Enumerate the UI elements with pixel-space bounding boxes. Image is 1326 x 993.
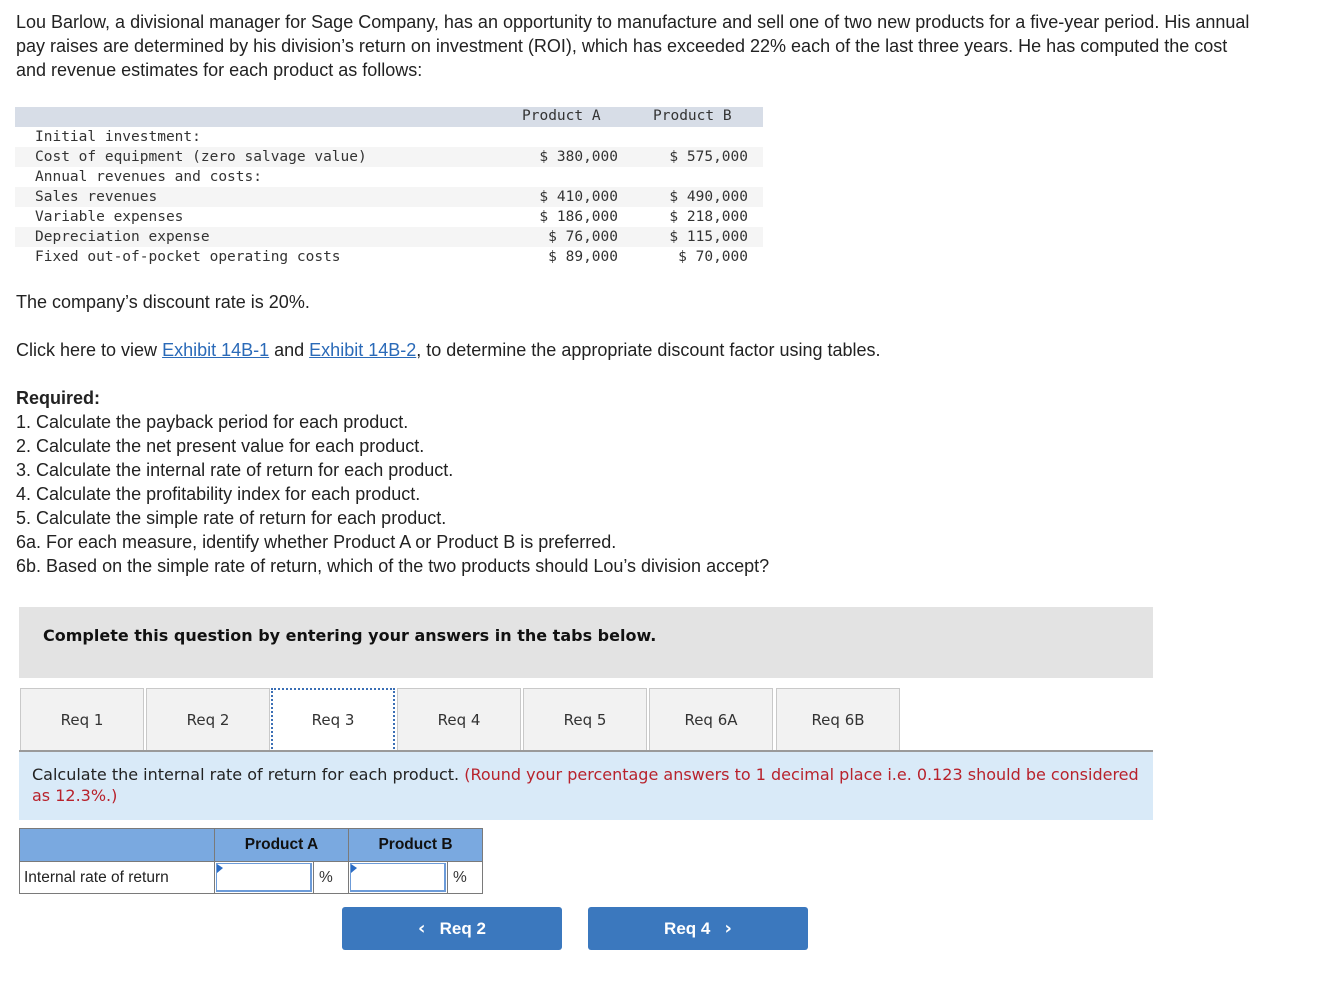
table-row: Cost of equipment (zero salvage value) $… [15,147,763,167]
chevron-left-icon: ‹ [418,918,426,939]
table-row: Sales revenues $ 410,000 $ 490,000 [15,187,763,207]
tab-req-3[interactable]: Req 3 [271,688,395,752]
required-item: 6a. For each measure, identify whether P… [16,532,617,552]
row-label: Fixed out-of-pocket operating costs [35,249,341,265]
column-header-product-b: Product B [348,828,483,862]
row-label-irr: Internal rate of return [19,861,215,894]
column-header-product-a: Product A [214,828,349,862]
input-cell-product-b [348,861,448,894]
next-req-4-button[interactable]: Req 4 › [588,907,808,950]
blank-header [19,828,215,862]
required-item: 3. Calculate the internal rate of return… [16,460,454,480]
prev-req-2-button[interactable]: ‹ Req 2 [342,907,562,950]
value-product-b: $ 70,000 [678,249,748,265]
exhibit-prefix: Click here to view [16,340,163,360]
instructions-banner: Complete this question by entering your … [19,607,1153,678]
problem-intro: Lou Barlow, a divisional manager for Sag… [16,12,1250,80]
tab-req-2[interactable]: Req 2 [146,688,270,750]
cost-revenue-table: Product A Product B Initial investment: … [15,107,763,267]
row-label: Sales revenues [35,189,158,205]
banner-text: Complete this question by entering your … [43,626,657,645]
value-product-b: $ 490,000 [669,189,748,205]
value-product-b: $ 115,000 [669,229,748,245]
next-button-label: Req 4 [664,919,711,938]
required-section: Required: 1. Calculate the payback perio… [16,386,769,578]
input-flag-icon [351,864,357,873]
irr-answer-table: Product A Product B Internal rate of ret… [19,828,483,894]
irr-product-b-input[interactable] [350,863,446,892]
table-row: Depreciation expense $ 76,000 $ 115,000 [15,227,763,247]
tab-req-5[interactable]: Req 5 [523,688,647,750]
instruction-text: Calculate the internal rate of return fo… [32,765,465,784]
input-flag-icon [217,864,223,873]
tab-req-6b[interactable]: Req 6B [776,688,900,750]
percent-unit: % [447,861,483,894]
percent-unit: % [313,861,349,894]
required-item: 4. Calculate the profitability index for… [16,484,421,504]
exhibit-14b-1-link[interactable]: Exhibit 14B-1 [162,340,269,360]
prev-button-label: Req 2 [439,919,486,938]
required-item: 1. Calculate the payback period for each… [16,412,409,432]
value-product-a: $ 76,000 [548,229,618,245]
row-label: Cost of equipment (zero salvage value) [35,149,367,165]
table-row: Internal rate of return % % [19,861,483,894]
value-product-b: $ 575,000 [669,149,748,165]
row-label: Variable expenses [35,209,184,225]
row-label: Depreciation expense [35,229,210,245]
exhibit-line: Click here to view Exhibit 14B-1 and Exh… [16,338,881,362]
value-product-a: $ 186,000 [539,209,618,225]
row-label: Initial investment: [35,129,201,145]
exhibit-middle: and [269,340,310,360]
value-product-a: $ 380,000 [539,149,618,165]
table-row: Fixed out-of-pocket operating costs $ 89… [15,247,763,267]
value-product-a: $ 89,000 [548,249,618,265]
tab-req-4[interactable]: Req 4 [397,688,521,750]
tab-req-1[interactable]: Req 1 [20,688,144,750]
table-header: Product A Product B [15,107,763,127]
column-header-product-b: Product B [653,108,732,124]
exhibit-14b-2-link[interactable]: Exhibit 14B-2 [309,340,416,360]
value-product-b: $ 218,000 [669,209,748,225]
required-item: 5. Calculate the simple rate of return f… [16,508,447,528]
irr-product-a-input[interactable] [216,863,312,892]
table-row: Variable expenses $ 186,000 $ 218,000 [15,207,763,227]
required-title: Required: [16,388,101,408]
required-item: 6b. Based on the simple rate of return, … [16,556,770,576]
tab-req-6a[interactable]: Req 6A [649,688,773,750]
chevron-right-icon: › [724,918,732,939]
question-instruction: Calculate the internal rate of return fo… [19,750,1153,820]
table-row: Annual revenues and costs: [15,167,763,187]
row-label: Annual revenues and costs: [35,169,262,185]
exhibit-suffix: , to determine the appropriate discount … [416,340,881,360]
table-row: Initial investment: [15,127,763,147]
discount-rate-text: The company’s discount rate is 20%. [16,292,310,312]
column-header-product-a: Product A [522,108,601,124]
required-item: 2. Calculate the net present value for e… [16,436,425,456]
value-product-a: $ 410,000 [539,189,618,205]
input-cell-product-a [214,861,314,894]
